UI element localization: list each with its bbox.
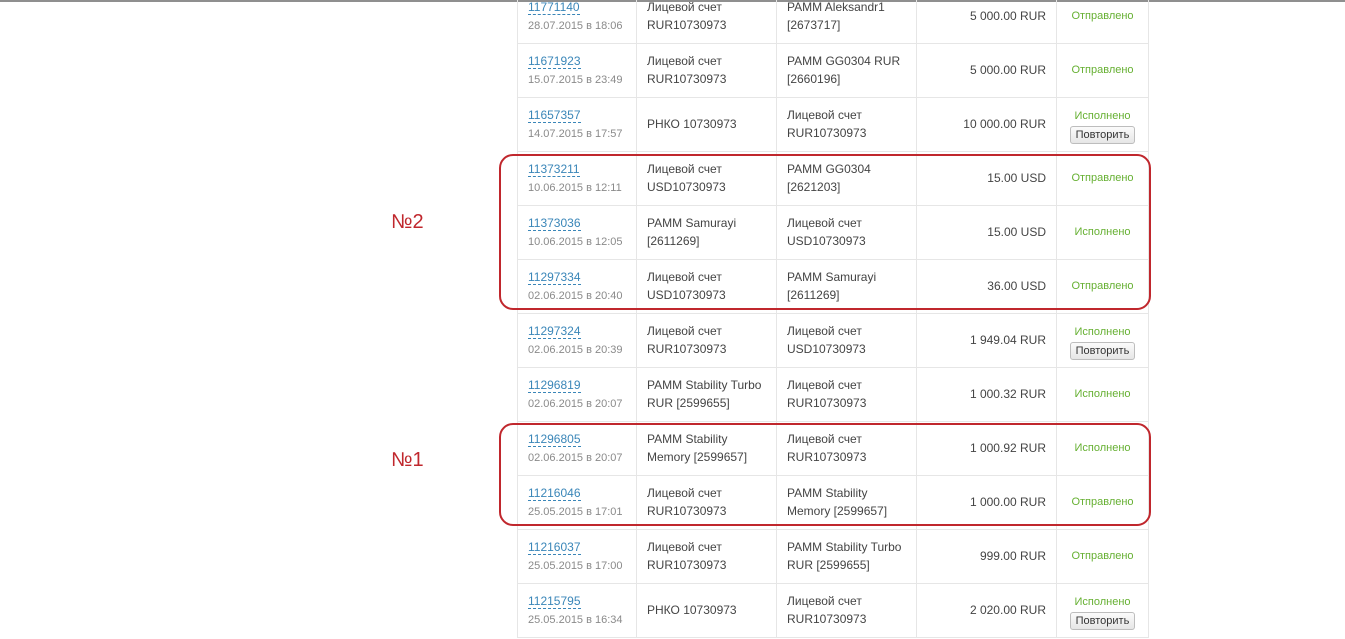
account-from-line: RUR10730973 bbox=[647, 18, 727, 32]
table-row: 11771140 28.07.2015 в 18:06 Лицевой счет RU… bbox=[518, 0, 1148, 44]
account-from-cell: РНКО 10730973 bbox=[637, 98, 777, 151]
table-row: 11215795 25.05.2015 в 16:34 РНКО 10730973 Л… bbox=[518, 584, 1148, 638]
account-to-cell: Лицевой счет RUR10730973 bbox=[777, 584, 917, 637]
account-from-cell: Лицевой счет RUR10730973 bbox=[637, 530, 777, 583]
account-from-line: RUR10730973 bbox=[647, 558, 727, 572]
account-to-line: PAMM GG0304 RUR bbox=[787, 54, 901, 68]
account-from-line: RUR [2599655] bbox=[647, 396, 730, 410]
repeat-button[interactable]: Повторить bbox=[1069, 126, 1136, 144]
account-from-line: Лицевой счет bbox=[647, 324, 722, 338]
status-cell: Исполнено Повторить bbox=[1057, 584, 1148, 637]
table-row: 11657357 14.07.2015 в 17:57 РНКО 10730973 Л… bbox=[518, 98, 1148, 152]
status-cell: Исполнено Повторить bbox=[1057, 98, 1148, 151]
account-from-line: RUR10730973 bbox=[647, 342, 727, 356]
transaction-id-link[interactable]: 11657357 bbox=[528, 108, 581, 123]
status-cell: Отправлено bbox=[1057, 530, 1148, 583]
account-to-line: RUR10730973 bbox=[787, 126, 867, 140]
transaction-id-cell: 11671923 15.07.2015 в 23:49 bbox=[518, 44, 637, 97]
transaction-id-cell: 11215795 25.05.2015 в 16:34 bbox=[518, 584, 637, 637]
account-to-line: USD10730973 bbox=[787, 342, 866, 356]
status-badge: Отправлено bbox=[1071, 64, 1134, 76]
amount-cell: 1 949.04 RUR bbox=[917, 314, 1057, 367]
account-from-line: RUR10730973 bbox=[647, 72, 727, 86]
account-to-cell: Лицевой счет RUR10730973 bbox=[777, 98, 917, 151]
account-to-line: [2660196] bbox=[787, 72, 841, 86]
status-cell: Отправлено bbox=[1057, 0, 1148, 43]
amount-cell: 5 000.00 RUR bbox=[917, 0, 1057, 43]
account-from-line: Лицевой счет bbox=[647, 540, 722, 554]
account-to-cell: PAMM Aleksandr1 [2673717] bbox=[777, 0, 917, 43]
account-to-cell: Лицевой счет RUR10730973 bbox=[777, 368, 917, 421]
account-from-line: РНКО 10730973 bbox=[647, 117, 737, 131]
transaction-date: 14.07.2015 в 17:57 bbox=[528, 128, 623, 140]
transaction-id-cell: 11657357 14.07.2015 в 17:57 bbox=[518, 98, 637, 151]
table-row: 11296819 02.06.2015 в 20:07 PAMM Stability… bbox=[518, 368, 1148, 422]
status-cell: Отправлено bbox=[1057, 44, 1148, 97]
account-from-line: PAMM Stability Turbo bbox=[647, 378, 762, 392]
highlight-box-2 bbox=[499, 154, 1151, 310]
account-to-line: Лицевой счет bbox=[787, 324, 862, 338]
account-to-line: RUR10730973 bbox=[787, 396, 867, 410]
transaction-id-link[interactable]: 11671923 bbox=[528, 54, 581, 69]
transaction-id-link[interactable]: 11296819 bbox=[528, 378, 581, 393]
transaction-id-cell: 11771140 28.07.2015 в 18:06 bbox=[518, 0, 637, 43]
account-to-line: RUR [2599655] bbox=[787, 558, 870, 572]
account-to-line: Лицевой счет bbox=[787, 594, 862, 608]
account-from-cell: РНКО 10730973 bbox=[637, 584, 777, 637]
account-to-line: [2673717] bbox=[787, 18, 841, 32]
highlight-box-1 bbox=[499, 423, 1151, 526]
annotation-label-1: №1 bbox=[391, 449, 424, 471]
status-badge: Отправлено bbox=[1071, 10, 1134, 22]
transaction-id-link[interactable]: 11297324 bbox=[528, 324, 581, 339]
table-row: 11297324 02.06.2015 в 20:39 Лицевой счет RU… bbox=[518, 314, 1148, 368]
transaction-id-cell: 11216037 25.05.2015 в 17:00 bbox=[518, 530, 637, 583]
account-to-line: RUR10730973 bbox=[787, 612, 867, 626]
status-badge: Исполнено bbox=[1074, 596, 1131, 608]
amount-cell: 10 000.00 RUR bbox=[917, 98, 1057, 151]
account-to-line: Лицевой счет bbox=[787, 108, 862, 122]
repeat-button[interactable]: Повторить bbox=[1069, 612, 1136, 630]
transaction-date: 25.05.2015 в 17:00 bbox=[528, 560, 623, 572]
transaction-id-link[interactable]: 11771140 bbox=[528, 0, 580, 15]
status-badge: Исполнено bbox=[1074, 388, 1131, 400]
account-from-line: РНКО 10730973 bbox=[647, 603, 737, 617]
transaction-id-link[interactable]: 11215795 bbox=[528, 594, 581, 609]
transaction-date: 02.06.2015 в 20:39 bbox=[528, 344, 623, 356]
table-row: 11216037 25.05.2015 в 17:00 Лицевой счет RU… bbox=[518, 530, 1148, 584]
amount-cell: 1 000.32 RUR bbox=[917, 368, 1057, 421]
status-badge: Исполнено bbox=[1074, 326, 1131, 338]
account-to-cell: PAMM GG0304 RUR [2660196] bbox=[777, 44, 917, 97]
repeat-button[interactable]: Повторить bbox=[1069, 342, 1136, 360]
account-to-line: Лицевой счет bbox=[787, 378, 862, 392]
account-from-line: Лицевой счет bbox=[647, 0, 722, 14]
status-cell: Исполнено Повторить bbox=[1057, 314, 1148, 367]
amount-cell: 2 020.00 RUR bbox=[917, 584, 1057, 637]
account-from-cell: Лицевой счет RUR10730973 bbox=[637, 314, 777, 367]
account-to-line: PAMM Stability Turbo bbox=[787, 540, 902, 554]
transaction-date: 28.07.2015 в 18:06 bbox=[528, 20, 623, 32]
amount-cell: 5 000.00 RUR bbox=[917, 44, 1057, 97]
account-from-cell: PAMM Stability Turbo RUR [2599655] bbox=[637, 368, 777, 421]
transaction-id-link[interactable]: 11216037 bbox=[528, 540, 581, 555]
transaction-id-cell: 11296819 02.06.2015 в 20:07 bbox=[518, 368, 637, 421]
status-cell: Исполнено bbox=[1057, 368, 1148, 421]
amount-cell: 999.00 RUR bbox=[917, 530, 1057, 583]
transaction-date: 25.05.2015 в 16:34 bbox=[528, 614, 623, 626]
annotation-label-2: №2 bbox=[391, 211, 424, 233]
account-to-line: PAMM Aleksandr1 bbox=[787, 0, 885, 14]
transaction-date: 15.07.2015 в 23:49 bbox=[528, 74, 623, 86]
transactions-table: 11771140 28.07.2015 в 18:06 Лицевой счет RU… bbox=[517, 0, 1149, 638]
account-from-cell: Лицевой счет RUR10730973 bbox=[637, 0, 777, 43]
account-from-line: Лицевой счет bbox=[647, 54, 722, 68]
transaction-date: 02.06.2015 в 20:07 bbox=[528, 398, 623, 410]
account-to-cell: Лицевой счет USD10730973 bbox=[777, 314, 917, 367]
status-badge: Исполнено bbox=[1074, 110, 1131, 122]
status-badge: Отправлено bbox=[1071, 550, 1134, 562]
account-to-cell: PAMM Stability Turbo RUR [2599655] bbox=[777, 530, 917, 583]
table-row: 11671923 15.07.2015 в 23:49 Лицевой счет RU… bbox=[518, 44, 1148, 98]
transaction-id-cell: 11297324 02.06.2015 в 20:39 bbox=[518, 314, 637, 367]
account-from-cell: Лицевой счет RUR10730973 bbox=[637, 44, 777, 97]
